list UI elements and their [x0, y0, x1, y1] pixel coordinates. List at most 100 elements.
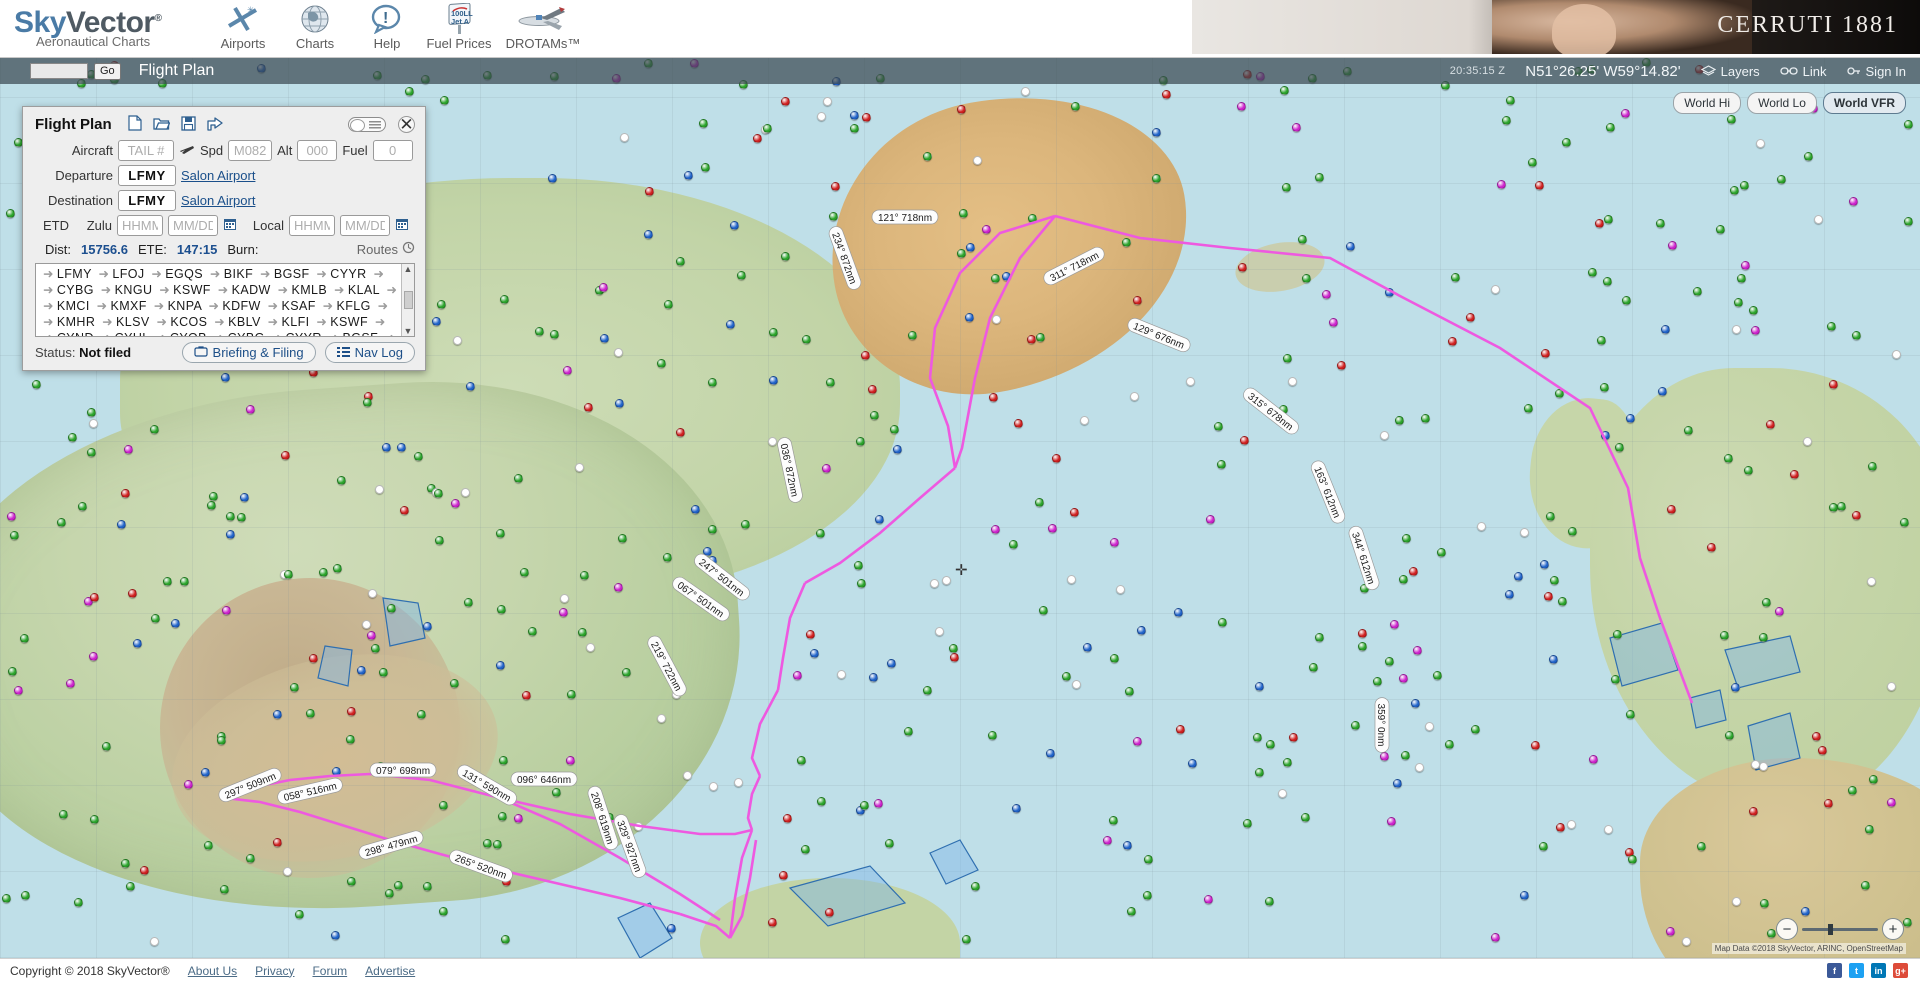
destination-row: Destination Salon Airport [23, 188, 425, 213]
new-document-icon[interactable] [128, 115, 142, 134]
link-button[interactable]: Link [1780, 64, 1827, 79]
destination-input[interactable] [118, 190, 176, 211]
ete-value: 147:15 [176, 241, 218, 257]
footer-link-about-us[interactable]: About Us [188, 964, 237, 978]
link-label: Link [1802, 63, 1827, 79]
route-leg-label: 265° 520nm [449, 849, 513, 883]
key-icon [1846, 65, 1861, 77]
zoom-control: − + [1776, 918, 1904, 940]
close-icon[interactable]: ✕ [398, 116, 415, 133]
footer-link-forum[interactable]: Forum [312, 964, 347, 978]
zoom-slider-track[interactable] [1802, 923, 1878, 935]
status-label: Status: [35, 345, 76, 360]
link-chain-icon [1780, 65, 1798, 77]
route-leg-label: 297° 509nm [218, 767, 282, 803]
nav-fuel-prices[interactable]: 100LL Jet A Fuel Prices [423, 0, 495, 51]
route-leg-label: 359° 0nm [1374, 697, 1390, 753]
map-search-go-button[interactable]: Go [94, 62, 121, 80]
chart-button-world-vfr[interactable]: World VFR [1822, 92, 1906, 114]
chart-button-world-hi[interactable]: World Hi [1673, 92, 1742, 114]
altitude-input[interactable] [297, 140, 338, 161]
svg-text:✳: ✳ [247, 5, 255, 15]
speed-input[interactable] [228, 140, 273, 161]
svg-text:079° 698nm: 079° 698nm [376, 766, 430, 777]
etd-zulu-date-input[interactable] [168, 215, 218, 236]
scroll-down-arrow[interactable]: ▼ [404, 326, 413, 336]
aircraft-type-icon[interactable] [179, 142, 195, 159]
nav-log-label: Nav Log [354, 345, 403, 360]
flight-plan-title: Flight Plan [35, 116, 112, 133]
skyvector-logo[interactable]: SkyVector® Aeronautical Charts [14, 2, 199, 49]
footer-link-advertise[interactable]: Advertise [365, 964, 415, 978]
etd-zulu-time-input[interactable] [117, 215, 163, 236]
departure-airport-link[interactable]: Salon Airport [181, 168, 255, 183]
scroll-thumb[interactable] [403, 291, 413, 309]
briefing-filing-label: Briefing & Filing [212, 345, 304, 360]
zoom-out-button[interactable]: − [1776, 918, 1798, 940]
flight-plan-panel[interactable]: Flight Plan ✕ Aircraft Spd Al [22, 106, 426, 371]
advertisement-banner[interactable]: CERRUTI 1881 [1192, 0, 1920, 54]
svg-text:Jet A: Jet A [451, 17, 470, 26]
local-label: Local [252, 218, 284, 233]
footer-link-privacy[interactable]: Privacy [255, 964, 294, 978]
map-toolbar-right-group: 20:35:15 Z N51°26.25' W59°14.82' Layers … [1450, 63, 1920, 80]
routes-refresh-icon [402, 241, 415, 257]
waypoint-row[interactable]: ➜ LFMY ➜ LFOJ ➜ EGQS ➜ BIKF ➜ BGSF ➜ CYYR ➜ [40, 266, 410, 282]
briefing-filing-button[interactable]: Briefing & Filing [181, 342, 316, 363]
burn-label: Burn: [227, 241, 259, 257]
zoom-slider-thumb[interactable] [1828, 923, 1833, 935]
zulu-calendar-icon[interactable] [223, 217, 237, 234]
route-leg-label: 058° 516nm [277, 777, 343, 805]
share-export-icon[interactable] [207, 116, 223, 134]
drone-icon [495, 2, 591, 36]
routes-label: Routes [356, 241, 398, 257]
svg-text:!: ! [383, 10, 388, 27]
waypoint-row[interactable]: ➜CYND ➜CYUL ➜CYQB ➜CYBG ➜CYYR ➜BGSF ➜ [40, 330, 410, 336]
waypoint-list[interactable]: ➜ LFMY ➜ LFOJ ➜ EGQS ➜ BIKF ➜ BGSF ➜ CYYR ➜ ➜ CY… [35, 263, 415, 337]
svg-text:067° 501nm: 067° 501nm [675, 580, 726, 620]
route-leg-label: 096° 646nm [510, 771, 578, 787]
speed-label: Spd [200, 143, 224, 158]
svg-text:096° 646nm: 096° 646nm [517, 775, 571, 786]
map-search-input[interactable] [30, 63, 88, 79]
view-mode-toggle[interactable] [348, 117, 386, 132]
copyright-text: Copyright © 2018 SkyVector® [10, 963, 170, 978]
chart-button-world-lo[interactable]: World Lo [1747, 92, 1817, 114]
departure-input[interactable] [118, 165, 176, 186]
waypoint-row[interactable]: ➜ KMHR ➜ KLSV ➜ KCOS ➜ KBLV ➜ KLFI ➜ KSWF ➜ [40, 314, 410, 330]
waypoint-list-scrollbar[interactable]: ▲ ▼ [401, 264, 414, 336]
waypoint-row[interactable]: ➜ KMCI ➜ KMXF ➜ KNPA ➜ KDFW ➜ KSAF ➜ KFLG ➜ [40, 298, 410, 314]
nav-log-button[interactable]: Nav Log [324, 342, 415, 363]
scroll-up-arrow[interactable]: ▲ [404, 264, 413, 274]
fuel-input[interactable] [372, 140, 413, 161]
save-disk-icon[interactable] [181, 115, 196, 134]
linkedin-icon[interactable]: in [1871, 963, 1886, 978]
svg-text:344° 612nm: 344° 612nm [1349, 531, 1376, 586]
flight-plan-header: Flight Plan ✕ [23, 107, 425, 138]
page-footer: Copyright © 2018 SkyVector® About Us Pri… [0, 958, 1920, 982]
zoom-in-button[interactable]: + [1882, 918, 1904, 940]
routes-button[interactable]: Routes [357, 241, 415, 257]
layers-icon [1700, 64, 1716, 78]
svg-text:359° 0nm: 359° 0nm [1375, 704, 1386, 747]
nav-drotams[interactable]: DROTAMs™ [495, 0, 591, 51]
etd-local-date-input[interactable] [340, 215, 390, 236]
google-plus-icon[interactable]: g+ [1893, 963, 1908, 978]
facebook-icon[interactable]: f [1827, 963, 1842, 978]
layers-button[interactable]: Layers [1700, 63, 1760, 79]
nav-airports[interactable]: ✳ Airports [207, 0, 279, 51]
destination-airport-link[interactable]: Salon Airport [181, 193, 255, 208]
sign-in-button[interactable]: Sign In [1846, 64, 1906, 79]
route-leg-label: 311° 718nm [1043, 246, 1105, 286]
nav-help[interactable]: ! Help [351, 0, 423, 51]
aircraft-tail-input[interactable] [118, 140, 174, 161]
nav-charts[interactable]: Charts [279, 0, 351, 51]
layers-label: Layers [1720, 63, 1760, 79]
etd-local-time-input[interactable] [289, 215, 335, 236]
open-folder-icon[interactable] [153, 116, 171, 134]
distance-label: Dist: [45, 241, 71, 257]
waypoint-row[interactable]: ➜ CYBG ➜ KNGU ➜ KSWF ➜ KADW ➜ KMLB ➜ KLAL ➜ [40, 282, 410, 298]
twitter-icon[interactable]: t [1849, 963, 1864, 978]
local-calendar-icon[interactable] [395, 217, 409, 234]
waypoint-list-inner: ➜ LFMY ➜ LFOJ ➜ EGQS ➜ BIKF ➜ BGSF ➜ CYYR ➜ ➜ CY… [36, 264, 414, 336]
